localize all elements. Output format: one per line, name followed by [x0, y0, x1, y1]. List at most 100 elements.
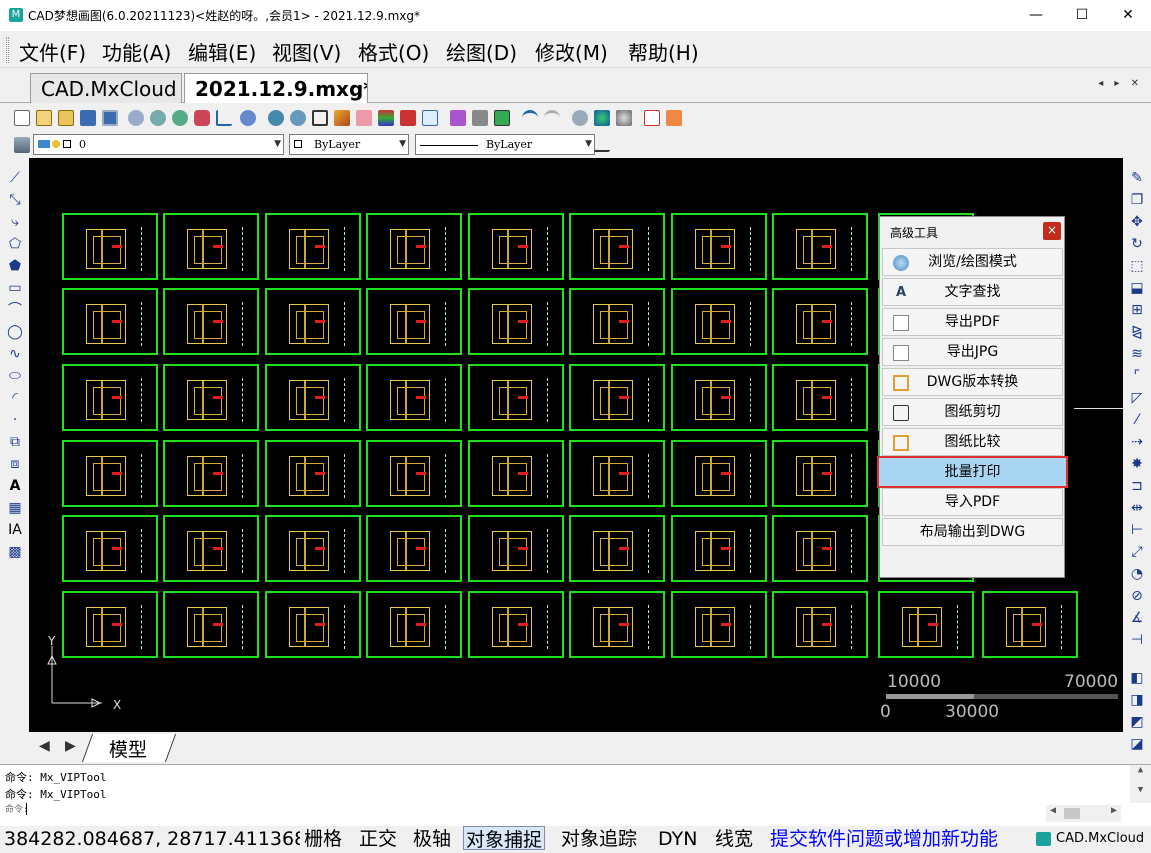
array-icon[interactable]: ⊞ [1129, 302, 1145, 318]
tab-prev-icon[interactable]: ◀ [39, 738, 50, 754]
line-icon[interactable]: ⟋ [7, 170, 23, 186]
block-icon[interactable] [422, 110, 438, 126]
spline-icon[interactable]: ∿ [7, 346, 23, 362]
dim-radius-icon[interactable]: ◔ [1129, 566, 1145, 582]
tab-drawing[interactable]: 2021.12.9.mxg* [184, 73, 368, 103]
fillet-icon[interactable]: ⌜ [1129, 368, 1145, 384]
properties-icon[interactable] [400, 110, 416, 126]
menu-format[interactable]: 格式(O) [358, 37, 429, 66]
match-properties-icon[interactable] [356, 110, 372, 126]
chamfer-icon[interactable]: ◸ [1129, 390, 1145, 406]
otrack-toggle[interactable]: 对象追踪 [561, 826, 637, 852]
pan-hand-icon[interactable] [194, 110, 210, 126]
browse-draw-mode-button[interactable]: 浏览/绘图模式 [882, 248, 1063, 276]
menu-file[interactable]: 文件(F) [19, 37, 86, 66]
linetype-combo[interactable]: ByLayer ▼ [415, 134, 595, 155]
tab-nav-arrows[interactable]: ◂ ▸ ✕ [1098, 78, 1143, 89]
erase-icon[interactable]: ✎ [1129, 170, 1145, 186]
menu-function[interactable]: 功能(A) [102, 37, 171, 66]
menu-edit[interactable]: 编辑(E) [188, 37, 256, 66]
pdf-icon[interactable] [644, 110, 660, 126]
undo-icon[interactable] [522, 110, 538, 126]
export-image-icon[interactable] [666, 110, 682, 126]
draw-order-below-icon[interactable]: ◪ [1129, 736, 1145, 752]
stretch-icon[interactable]: ⬓ [1129, 280, 1145, 296]
pentagon-icon[interactable]: ⬟ [7, 258, 23, 274]
maximize-button[interactable]: ☐ [1059, 0, 1105, 31]
table-icon[interactable]: ▦ [7, 500, 23, 516]
tab-model[interactable]: 模型 [109, 735, 147, 762]
sphere-icon[interactable] [616, 110, 632, 126]
redo-icon[interactable] [544, 110, 560, 126]
dim-ordinate-icon[interactable]: ⊣ [1129, 632, 1145, 648]
rectangle-icon[interactable]: ▭ [7, 280, 23, 296]
minimize-button[interactable]: — [1013, 0, 1059, 31]
save-icon[interactable] [80, 110, 96, 126]
layer-combo[interactable]: 0 ▼ [33, 134, 284, 155]
menu-help[interactable]: 帮助(H) [628, 37, 699, 66]
batch-print-button[interactable]: 批量打印 [877, 456, 1068, 488]
move-cross-icon[interactable] [312, 110, 328, 126]
zoom-out-icon[interactable] [150, 110, 166, 126]
mirror-icon[interactable]: ⧎ [1129, 324, 1145, 340]
globe-icon[interactable] [594, 110, 610, 126]
dim-angle-icon[interactable]: ∡ [1129, 610, 1145, 626]
break-icon[interactable]: ⊐ [1129, 478, 1145, 494]
join-icon[interactable]: ⇹ [1129, 500, 1145, 516]
polygon-icon[interactable]: ⬠ [7, 236, 23, 252]
drawing-compare-button[interactable]: 图纸比较 [882, 428, 1063, 456]
layers-icon[interactable] [378, 110, 394, 126]
osnap-toggle[interactable]: 对象捕捉 [463, 826, 546, 851]
export-jpg-button[interactable]: 导出JPG [882, 338, 1063, 366]
make-block-icon[interactable]: ⧈ [7, 456, 23, 472]
print-preview-icon[interactable] [494, 110, 510, 126]
polar-toggle[interactable]: 极轴 [413, 826, 451, 852]
text-search-button[interactable]: A 文字查找 [882, 278, 1063, 306]
zoom-realtime-icon[interactable] [268, 110, 284, 126]
command-hscrollbar[interactable]: ◀ ▶ [1046, 805, 1121, 822]
pencil-icon[interactable] [334, 110, 350, 126]
layout-to-dwg-button[interactable]: 布局输出到DWG [882, 518, 1063, 546]
color-combo[interactable]: ByLayer ▼ [289, 134, 409, 155]
draw-order-front-icon[interactable]: ◧ [1129, 670, 1145, 686]
feedback-link[interactable]: 提交软件问题或增加新功能 [770, 826, 998, 852]
menu-modify[interactable]: 修改(M) [535, 37, 608, 66]
copy-icon[interactable]: ❐ [1129, 192, 1145, 208]
polyline-icon[interactable]: ⤷ [7, 214, 23, 230]
export-pdf-button[interactable]: 导出PDF [882, 308, 1063, 336]
save-as-icon[interactable] [102, 110, 118, 126]
tool-icon[interactable] [472, 110, 488, 126]
insert-block-icon[interactable]: ⧉ [7, 434, 23, 450]
close-button[interactable]: ✕ [1105, 0, 1151, 31]
mtext-icon[interactable]: IA [7, 522, 23, 538]
zoom-extents-icon[interactable] [240, 110, 256, 126]
tab-next-icon[interactable]: ▶ [65, 738, 76, 754]
layer-manager-icon[interactable] [14, 137, 30, 153]
user-icon[interactable] [572, 110, 588, 126]
ellipse-arc-icon[interactable]: ◜ [7, 390, 23, 406]
dim-linear-icon[interactable]: ⊢ [1129, 522, 1145, 538]
ortho-toggle[interactable]: 正交 [359, 826, 397, 852]
open-folder-icon[interactable] [36, 110, 52, 126]
draw-order-back-icon[interactable]: ◨ [1129, 692, 1145, 708]
tab-cad-mxcloud[interactable]: CAD.MxCloud [30, 73, 182, 103]
zoom-in-icon[interactable] [128, 110, 144, 126]
grid-toggle[interactable]: 栅格 [304, 826, 342, 852]
lineweight-toggle[interactable]: 线宽 [715, 826, 753, 852]
circle-icon[interactable]: ◯ [7, 324, 23, 340]
panel-close-button[interactable]: × [1043, 222, 1061, 240]
dyn-toggle[interactable]: DYN [658, 826, 697, 852]
explode-icon[interactable]: ✸ [1129, 456, 1145, 472]
rotate-icon[interactable]: ↻ [1129, 236, 1145, 252]
construction-line-icon[interactable]: ⤡ [7, 192, 23, 208]
offset-icon[interactable]: ≋ [1129, 346, 1145, 362]
ellipse-icon[interactable]: ⬭ [7, 368, 23, 384]
measure-angle-icon[interactable] [216, 110, 232, 126]
dwg-convert-button[interactable]: DWG版本转换 [882, 368, 1063, 396]
import-pdf-button[interactable]: 导入PDF [882, 488, 1063, 516]
move-icon[interactable]: ✥ [1129, 214, 1145, 230]
point-icon[interactable]: · [7, 412, 23, 428]
hatch-icon[interactable]: ▩ [7, 544, 23, 560]
extend-icon[interactable]: ⇢ [1129, 434, 1145, 450]
command-scrollbar[interactable]: ▲ ▼ [1130, 765, 1151, 803]
